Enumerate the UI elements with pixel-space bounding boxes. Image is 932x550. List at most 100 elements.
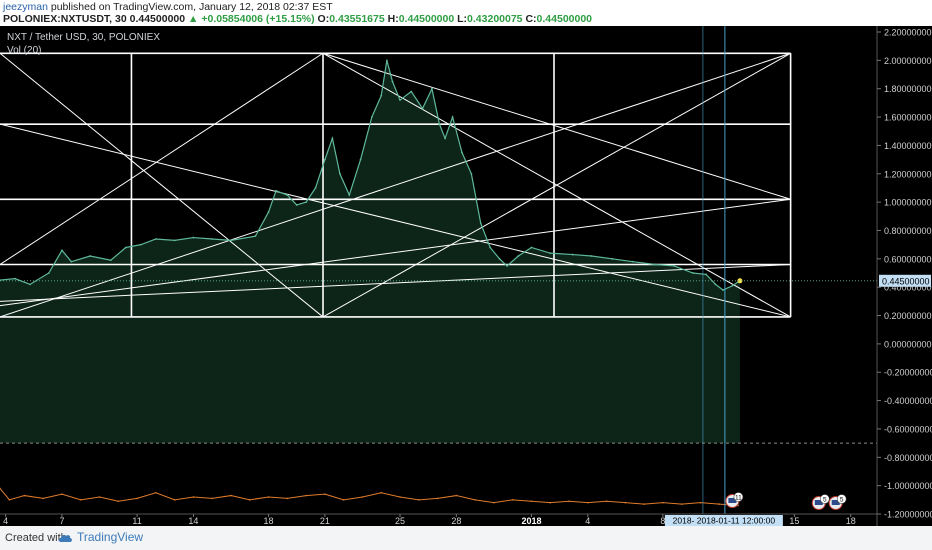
volume-point xyxy=(474,499,476,501)
price-point xyxy=(173,239,176,242)
price-point xyxy=(124,246,127,249)
price-point xyxy=(590,255,593,257)
price-point xyxy=(451,116,454,118)
volume-point xyxy=(286,497,289,500)
time-tick-label: 8 xyxy=(660,516,665,526)
open-value: 0.43551675 xyxy=(329,13,385,25)
price-point xyxy=(211,238,214,240)
volume-point xyxy=(624,501,627,504)
price-point xyxy=(470,172,473,175)
price-point xyxy=(571,253,574,256)
price-change: +0.05854006 (+15.15%) xyxy=(201,13,315,25)
price-tick-label: -1.20000000 xyxy=(884,510,932,520)
price-tick-label: 2.00000000 xyxy=(884,56,932,66)
price-point xyxy=(359,158,362,161)
last-price-tag-label: 0.44500000 xyxy=(882,276,930,286)
price-point xyxy=(530,246,533,249)
time-tick-label: 7 xyxy=(59,516,64,526)
price-point xyxy=(109,259,112,262)
volume-point xyxy=(361,496,364,498)
price-point xyxy=(692,272,694,274)
tradingview-brand-label: TradingView xyxy=(77,530,144,544)
volume-point xyxy=(586,501,589,504)
volume-legend: Vol (20) xyxy=(7,45,41,56)
change-up-icon: ▲ xyxy=(188,13,199,25)
price-point xyxy=(631,260,634,263)
volume-point xyxy=(98,496,101,498)
volume-point xyxy=(117,500,120,503)
price-tick-label: -0.80000000 xyxy=(884,453,932,463)
price-point xyxy=(14,277,16,280)
volume-point xyxy=(511,499,514,501)
time-tick-label: 18 xyxy=(846,516,856,526)
price-point xyxy=(489,246,492,249)
volume-point xyxy=(211,497,214,500)
tradingview-brand[interactable]: TradingView xyxy=(57,530,143,544)
volume-point xyxy=(8,499,11,501)
time-tick-label: 15 xyxy=(789,516,799,526)
volume-point xyxy=(699,501,702,504)
time-tick-label: 25 xyxy=(395,516,405,526)
close-value: 0.44500000 xyxy=(536,13,593,25)
current-price: 0.44500000 xyxy=(129,13,186,25)
time-tick-label: 11 xyxy=(132,516,141,526)
volume-point xyxy=(380,491,383,494)
chart-area[interactable]: 2.20000000 2.00000000 1.80000000 1.60000000… xyxy=(0,26,932,526)
price-tick-label: 1.80000000 xyxy=(884,84,932,94)
volume-point xyxy=(493,501,495,504)
volume-point xyxy=(455,494,458,497)
price-tick-label: 1.00000000 xyxy=(884,198,932,208)
price-point xyxy=(267,211,270,213)
volume-point xyxy=(61,493,63,495)
price-point xyxy=(654,263,657,266)
time-tick-label: 2018 xyxy=(521,516,541,526)
volume-point xyxy=(643,503,645,505)
crosshair-time-label: 2018- 2018-01-11 12:00:00 xyxy=(673,516,776,526)
symbol-interval[interactable]: POLONIEX:NXTUSDT, 30 xyxy=(3,13,127,25)
price-point xyxy=(705,273,708,276)
price-tick-label: 2.20000000 xyxy=(884,28,932,38)
volume-point xyxy=(549,501,552,504)
price-point xyxy=(139,243,142,246)
price-point xyxy=(714,283,717,286)
price-tick-label: -0.40000000 xyxy=(884,396,932,406)
price-point xyxy=(331,137,334,140)
price-tick-label: 0.80000000 xyxy=(884,226,932,236)
symbol-quote: POLONIEX:NXTUSDT, 30 0.44500000 ▲ +0.058… xyxy=(3,13,592,26)
low-label: L: xyxy=(457,13,468,25)
volume-point xyxy=(662,501,664,504)
price-point xyxy=(517,255,520,257)
tradingview-cloud-icon xyxy=(58,534,72,542)
price-point xyxy=(314,187,317,189)
volume-point xyxy=(267,496,270,498)
price-chart[interactable]: 2.20000000 2.00000000 1.80000000 1.60000000… xyxy=(0,26,932,526)
price-point xyxy=(275,189,277,192)
price-point xyxy=(89,255,92,257)
price-point xyxy=(70,260,73,263)
volume-point xyxy=(324,493,326,495)
close-label: C: xyxy=(525,13,537,25)
price-point xyxy=(29,283,31,286)
time-tick-label: 14 xyxy=(188,516,198,526)
volume-point xyxy=(342,499,345,501)
price-point xyxy=(731,284,734,287)
volume-point xyxy=(680,503,683,505)
price-point xyxy=(323,158,326,161)
price-point xyxy=(506,265,508,267)
price-point xyxy=(47,272,50,274)
volume-point xyxy=(23,494,26,497)
price-tick-label: 1.40000000 xyxy=(884,141,932,151)
volume-point xyxy=(605,500,608,503)
price-point xyxy=(385,59,388,62)
event-badge-3-count-label: 5 xyxy=(840,497,844,504)
volume-point xyxy=(79,499,82,501)
price-point xyxy=(410,90,413,93)
volume-point xyxy=(417,499,420,501)
event-badge-1-count-label: 11 xyxy=(735,495,742,502)
author-link[interactable]: jeezyman xyxy=(3,1,48,13)
volume-point xyxy=(568,500,570,503)
price-point xyxy=(286,194,289,196)
low-value: 0.43200075 xyxy=(467,13,523,25)
volume-point xyxy=(248,499,251,501)
price-point xyxy=(380,94,383,97)
